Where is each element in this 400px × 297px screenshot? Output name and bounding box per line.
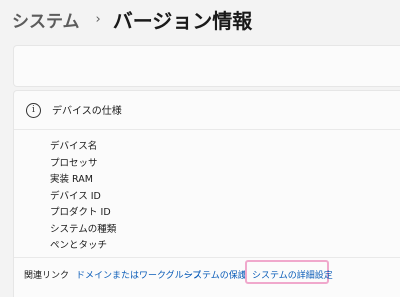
device-spec-title: デバイスの仕様 <box>52 106 122 117</box>
spec-device-name-label: デバイス名 <box>50 141 98 152</box>
info-icon: i <box>26 103 41 118</box>
spec-device-id-label: デバイス ID <box>50 190 101 202</box>
breadcrumb-system[interactable]: システム <box>12 7 80 32</box>
device-name-card <box>13 45 400 87</box>
spec-system-type-label: システムの種類 <box>50 223 117 235</box>
device-spec-card: i デバイスの仕様 デバイス名 プロセッサ 実装 RAM デバイス ID プロダ… <box>13 90 400 297</box>
about-page: システム › バージョン情報 i デバイスの仕様 デバイス名 プロセッサ 実装 … <box>0 0 400 297</box>
spec-ram-label: 実装 RAM <box>50 174 93 185</box>
device-spec-list: デバイス名 プロセッサ 実装 RAM デバイス ID プロダクト ID システム… <box>50 139 116 255</box>
spec-pen-touch-label: ペンとタッチ <box>50 240 108 251</box>
advanced-system-settings-link[interactable]: システムの詳細設定 <box>252 268 333 281</box>
related-links-bar: 関連リンク ドメインまたはワークグループ システムの保護 システムの詳細設定 <box>14 257 400 288</box>
system-protection-link[interactable]: システムの保護 <box>184 268 247 281</box>
related-links-label: 関連リンク <box>24 271 70 281</box>
breadcrumb: システム › バージョン情報 <box>12 4 252 34</box>
spec-product-id-label: プロダクト ID <box>50 207 111 218</box>
spec-processor-label: プロセッサ <box>50 157 98 169</box>
domain-workgroup-link[interactable]: ドメインまたはワークグループ <box>76 268 201 281</box>
chevron-right-icon: › <box>95 11 101 27</box>
page-title: バージョン情報 <box>112 8 253 33</box>
device-spec-header[interactable]: i デバイスの仕様 <box>14 91 400 130</box>
